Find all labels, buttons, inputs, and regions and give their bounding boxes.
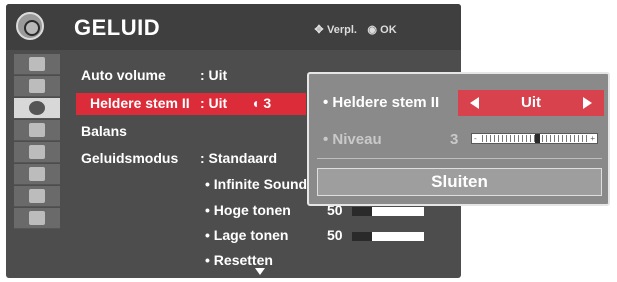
menu-title: GELUID bbox=[74, 15, 161, 40]
bass-value: 50 bbox=[327, 227, 343, 243]
menu-header: GELUID ✥ Verpl. ◉ OK bbox=[6, 4, 461, 50]
hint-move-label: Verpl. bbox=[327, 24, 357, 36]
ok-button-icon: ◉ bbox=[367, 24, 377, 36]
sidebar-item-option[interactable] bbox=[14, 164, 60, 185]
category-sidebar bbox=[14, 54, 60, 276]
clear-voice-level-value: 3 bbox=[263, 95, 272, 111]
sidebar-item-lock[interactable] bbox=[14, 142, 60, 163]
treble-bar bbox=[352, 207, 424, 216]
treble-label[interactable]: • Hoge tonen bbox=[205, 202, 291, 218]
picture-icon bbox=[29, 79, 45, 93]
level-slider[interactable]: - + bbox=[471, 133, 598, 144]
close-button[interactable]: Sluiten bbox=[317, 168, 602, 196]
popup-divider bbox=[317, 158, 602, 159]
level-value: 3 bbox=[450, 131, 459, 148]
auto-volume-value: : Uit bbox=[200, 67, 228, 83]
sidebar-item-input[interactable] bbox=[14, 186, 60, 207]
satellite-icon bbox=[29, 57, 45, 71]
sound-mode-value: : Standaard bbox=[200, 150, 278, 166]
clear-voice-value: : Uit bbox=[200, 95, 228, 111]
media-icon bbox=[29, 211, 45, 225]
sound-mode-label[interactable]: Geluidsmodus bbox=[81, 150, 178, 166]
input-icon bbox=[29, 189, 45, 203]
sidebar-item-setup[interactable] bbox=[14, 54, 60, 75]
treble-bar-fill bbox=[352, 207, 372, 216]
infinite-sound-label[interactable]: • Infinite Sound bbox=[205, 176, 307, 192]
reset-label[interactable]: • Resetten bbox=[205, 252, 273, 268]
sidebar-item-media[interactable] bbox=[14, 208, 60, 229]
right-arrow-icon[interactable] bbox=[583, 97, 592, 109]
slider-knob[interactable] bbox=[535, 134, 540, 143]
scroll-down-arrow-icon[interactable] bbox=[255, 268, 265, 275]
four-way-arrows-icon: ✥ bbox=[314, 24, 324, 36]
sidebar-item-time[interactable] bbox=[14, 120, 60, 141]
lock-icon bbox=[29, 145, 45, 159]
auto-volume-label[interactable]: Auto volume bbox=[81, 67, 166, 83]
option-icon bbox=[29, 167, 45, 181]
clock-icon bbox=[29, 123, 45, 137]
balance-label[interactable]: Balans bbox=[81, 123, 127, 139]
clear-voice-level: ◖ 3 bbox=[251, 95, 271, 111]
clear-voice-popup: • Heldere stem II Uit • Niveau 3 - + Slu… bbox=[307, 72, 610, 206]
clear-voice-selector[interactable]: Uit bbox=[458, 90, 604, 116]
level-label: • Niveau bbox=[323, 131, 382, 148]
voice-icon: ◖ bbox=[251, 95, 260, 111]
bass-label[interactable]: • Lage tonen bbox=[205, 227, 288, 243]
bass-bar-fill bbox=[352, 232, 372, 241]
audio-icon bbox=[16, 12, 44, 40]
clear-voice-label[interactable]: Heldere stem II bbox=[90, 95, 190, 111]
sidebar-item-audio[interactable] bbox=[14, 98, 60, 119]
bass-bar bbox=[352, 232, 424, 241]
sidebar-item-picture[interactable] bbox=[14, 76, 60, 97]
hint-ok-label: OK bbox=[380, 24, 397, 36]
slider-plus: + bbox=[590, 134, 595, 143]
audio-icon bbox=[29, 101, 45, 115]
popup-clear-voice-label: • Heldere stem II bbox=[323, 94, 440, 111]
slider-minus: - bbox=[474, 134, 477, 143]
navigation-hint: ✥ Verpl. ◉ OK bbox=[313, 23, 397, 36]
